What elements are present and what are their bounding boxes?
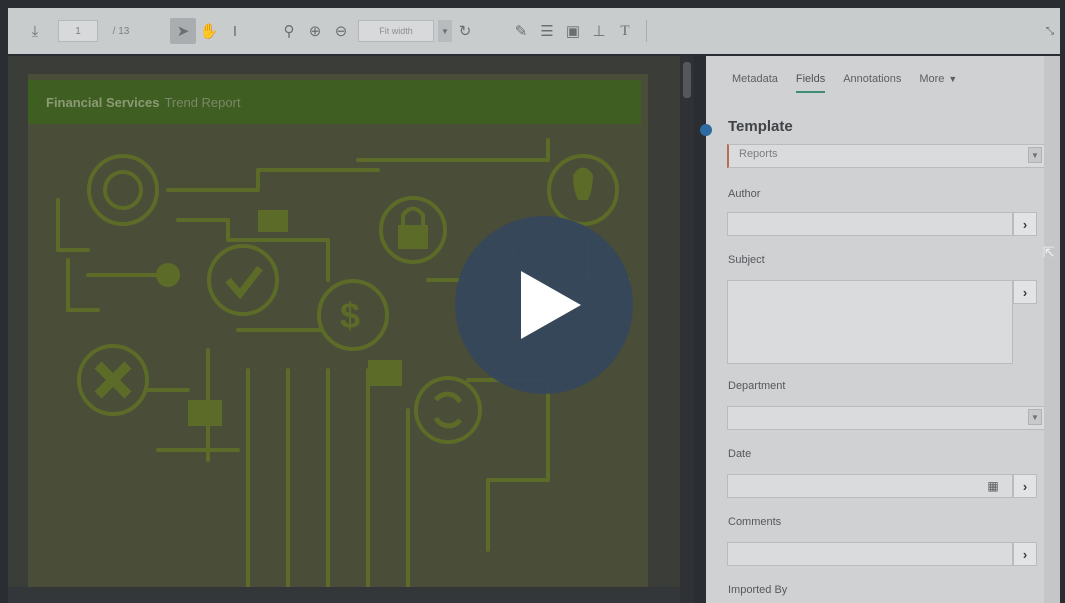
text-cursor-icon[interactable]: I xyxy=(222,16,248,46)
department-select[interactable]: ▼ xyxy=(727,406,1045,430)
date-arrow-button[interactable]: › xyxy=(1013,474,1037,498)
svg-text:$: $ xyxy=(340,295,360,336)
template-select[interactable]: Reports ▼ xyxy=(727,144,1045,168)
properties-panel: Metadata Fields Annotations More ▼ Templa… xyxy=(700,56,1060,603)
calendar-icon[interactable]: ▦ xyxy=(984,478,1002,494)
chevron-down-icon[interactable]: ▼ xyxy=(1028,147,1042,163)
zoom-select[interactable]: Fit width xyxy=(358,20,434,42)
page-number-input[interactable]: 1 xyxy=(58,20,98,42)
panel-tabs: Metadata Fields Annotations More ▼ xyxy=(732,70,975,93)
date-field[interactable]: ▦ xyxy=(727,474,1013,498)
mouse-cursor-icon: ⇱ xyxy=(1043,244,1055,260)
comments-field[interactable] xyxy=(727,542,1013,566)
author-label: Author xyxy=(728,188,761,200)
active-field-indicator xyxy=(700,124,712,136)
subject-label: Subject xyxy=(728,254,765,266)
toolbar-divider xyxy=(646,20,647,42)
zoom-out-icon[interactable]: ⊖ xyxy=(328,16,354,46)
document-subtitle: Trend Report xyxy=(164,94,241,110)
search-icon[interactable]: ⚲ xyxy=(276,16,302,46)
play-button[interactable] xyxy=(455,216,633,394)
template-label: Template xyxy=(728,118,793,135)
scrollbar-thumb[interactable] xyxy=(683,62,691,98)
chevron-down-icon[interactable]: ▼ xyxy=(438,20,452,42)
caret-down-icon: ▼ xyxy=(948,74,958,84)
tab-metadata[interactable]: Metadata xyxy=(732,70,778,93)
save-icon[interactable]: ▣ xyxy=(560,16,586,46)
department-label: Department xyxy=(728,380,786,392)
tab-annotations[interactable]: Annotations xyxy=(843,70,901,93)
tab-fields[interactable]: Fields xyxy=(795,70,826,93)
author-field[interactable] xyxy=(727,212,1013,236)
resize-icon[interactable]: ⤡ xyxy=(1046,26,1054,37)
author-arrow-button[interactable]: › xyxy=(1013,212,1037,236)
subject-field[interactable] xyxy=(727,280,1013,364)
tab-more-label: More xyxy=(919,73,945,85)
app-window: ⤓ 1 / 13 ➤ ✋ I ⚲ ⊕ ⊖ Fit width ▼ ↻ ✎ ☰ ▣… xyxy=(0,0,1065,603)
chevron-down-icon[interactable]: ▼ xyxy=(1028,409,1042,425)
rotate-icon[interactable]: ↻ xyxy=(452,16,478,46)
document-title-banner: Financial Services Trend Report xyxy=(28,80,641,124)
zoom-in-icon[interactable]: ⊕ xyxy=(302,16,328,46)
comments-label: Comments xyxy=(728,516,782,528)
subject-arrow-button[interactable]: › xyxy=(1013,280,1037,304)
hand-icon[interactable]: ✋ xyxy=(196,16,222,46)
comments-arrow-button[interactable]: › xyxy=(1013,542,1037,566)
download-icon[interactable]: ⤓ xyxy=(22,16,48,46)
tab-more[interactable]: More ▼ xyxy=(919,70,957,93)
horizontal-scrollbar[interactable] xyxy=(8,587,680,603)
text-icon[interactable]: T xyxy=(612,16,638,46)
stamp-icon[interactable]: ⊥ xyxy=(586,16,612,46)
page-count: / 13 xyxy=(112,25,130,37)
play-icon xyxy=(521,271,581,339)
pen-icon[interactable]: ✎ xyxy=(508,16,534,46)
redact-icon[interactable]: ☰ xyxy=(534,16,560,46)
viewer-toolbar: ⤓ 1 / 13 ➤ ✋ I ⚲ ⊕ ⊖ Fit width ▼ ↻ ✎ ☰ ▣… xyxy=(8,8,1060,54)
panel-scrollbar[interactable] xyxy=(1044,56,1060,603)
vertical-scrollbar[interactable] xyxy=(680,56,694,603)
date-label: Date xyxy=(728,448,752,460)
imported-by-label: Imported By xyxy=(728,584,788,596)
select-arrow-icon[interactable]: ➤ xyxy=(170,18,196,44)
template-value: Reports xyxy=(739,148,778,160)
document-title: Financial Services xyxy=(46,94,160,110)
